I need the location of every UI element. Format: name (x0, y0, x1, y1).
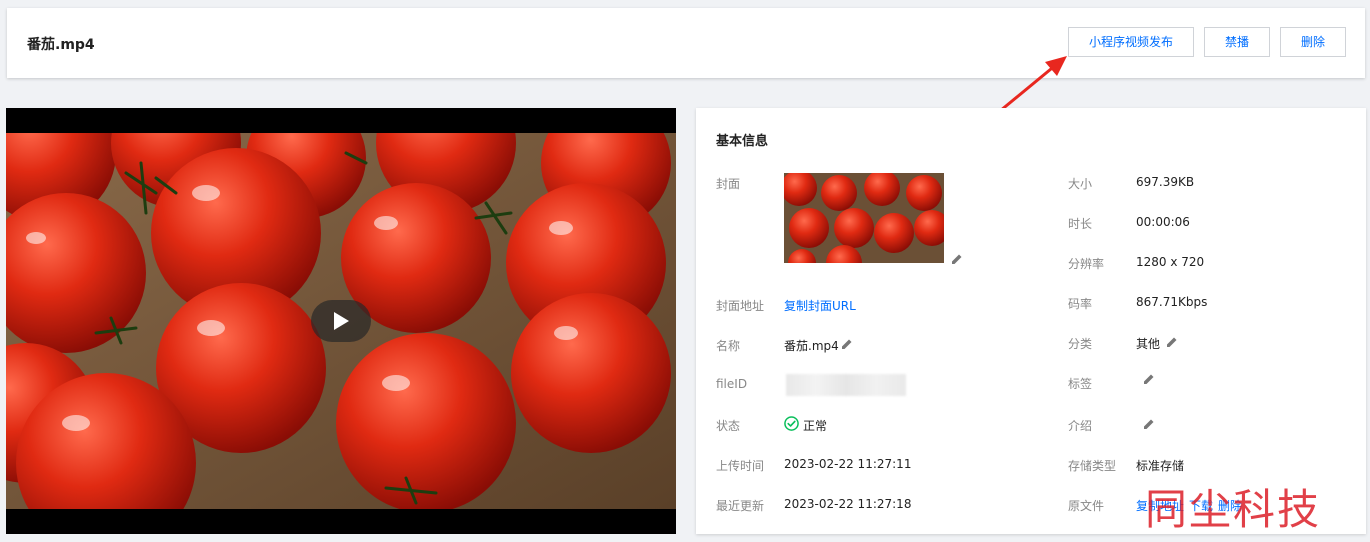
updated-value: 2023-02-22 11:27:18 (784, 497, 912, 511)
cover-url-label: 封面地址 (716, 299, 765, 313)
status-value: 正常 (803, 419, 828, 433)
source-file-label: 原文件 (1068, 499, 1105, 513)
size-value: 697.39KB (1136, 175, 1195, 189)
cover-thumbnail (784, 173, 944, 263)
duration-value: 00:00:06 (1136, 215, 1190, 229)
fileid-value-redacted (786, 374, 906, 396)
delete-source-link[interactable]: 删除 (1218, 497, 1242, 514)
storage-value: 标准存储 (1136, 459, 1185, 473)
name-value: 番茄.mp4 (784, 339, 839, 353)
page-title: 番茄.mp4 (27, 37, 95, 53)
edit-name-icon[interactable] (841, 338, 853, 350)
delete-button[interactable]: 删除 (1280, 27, 1346, 57)
upload-time-value: 2023-02-22 11:27:11 (784, 457, 912, 471)
edit-intro-icon[interactable] (1143, 418, 1155, 430)
tags-label: 标签 (1068, 377, 1093, 391)
video-player[interactable] (6, 108, 676, 534)
play-icon (334, 312, 349, 330)
ban-button[interactable]: 禁播 (1204, 27, 1270, 57)
duration-label: 时长 (1068, 217, 1093, 231)
download-source-link[interactable]: 下载 (1189, 497, 1213, 514)
cover-label: 封面 (716, 177, 741, 191)
play-button[interactable] (311, 300, 371, 342)
storage-label: 存储类型 (1068, 459, 1117, 473)
resolution-label: 分辨率 (1068, 257, 1105, 271)
edit-tags-icon[interactable] (1143, 373, 1155, 385)
status-label: 状态 (716, 419, 741, 433)
category-value: 其他 (1136, 337, 1161, 351)
panel-title: 基本信息 (716, 134, 769, 149)
name-label: 名称 (716, 339, 741, 353)
basic-info-panel: 基本信息 封面 封面地址 复制封面URL 名称 番茄.mp4 fileID 状态… (696, 108, 1366, 534)
bitrate-label: 码率 (1068, 297, 1093, 311)
copy-source-address-link[interactable]: 复制地址 (1136, 497, 1184, 514)
resolution-value: 1280 x 720 (1136, 255, 1205, 269)
size-label: 大小 (1068, 177, 1093, 191)
category-label: 分类 (1068, 337, 1093, 351)
updated-label: 最近更新 (716, 499, 765, 513)
copy-cover-url-link[interactable]: 复制封面URL (784, 297, 856, 314)
edit-cover-icon[interactable] (951, 253, 963, 265)
fileid-label: fileID (716, 377, 748, 391)
upload-time-label: 上传时间 (716, 459, 765, 473)
miniprogram-publish-button[interactable]: 小程序视频发布 (1068, 27, 1194, 57)
bitrate-value: 867.71Kbps (1136, 295, 1208, 309)
page-header: 番茄.mp4 小程序视频发布 禁播 删除 (7, 8, 1365, 78)
edit-category-icon[interactable] (1166, 336, 1178, 348)
intro-label: 介绍 (1068, 419, 1093, 433)
success-check-icon (784, 416, 799, 431)
